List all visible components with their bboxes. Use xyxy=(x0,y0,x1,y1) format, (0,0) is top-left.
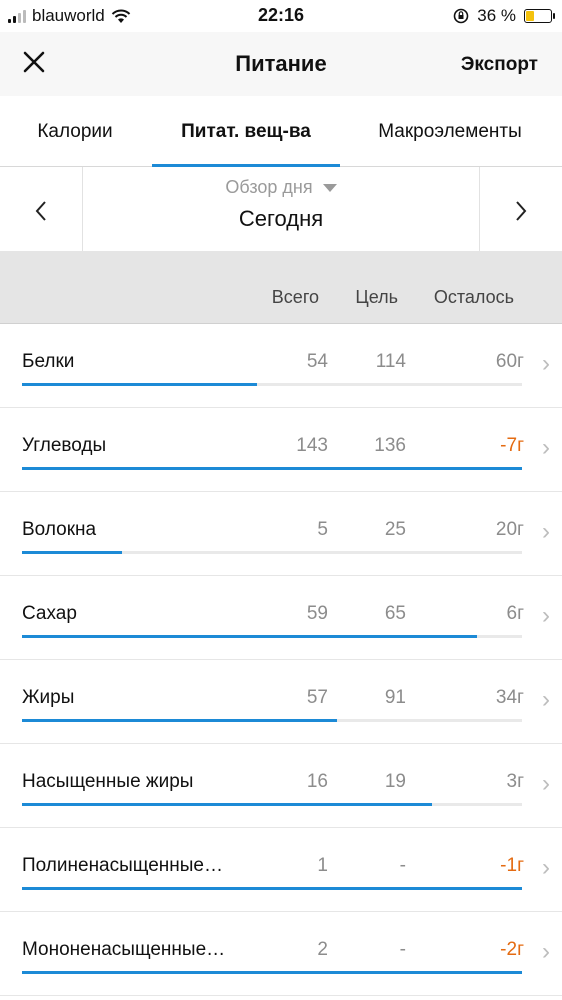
tab-bar: Калории Питат. вещ-ва Макроэлементы xyxy=(0,96,562,167)
nutrient-name: Жиры xyxy=(22,687,75,708)
nutrient-total: 57 xyxy=(306,687,328,708)
nutrient-row[interactable]: Белки 54 114 60г › xyxy=(0,324,562,408)
nutrient-row[interactable]: Мононенасыщенные… 2 - -2г › xyxy=(0,912,562,996)
chevron-right-icon xyxy=(516,200,527,221)
nutrient-row[interactable]: Волокна 5 25 20г › xyxy=(0,492,562,576)
nutrient-goal: - xyxy=(399,855,406,876)
nutrient-remaining: -7г xyxy=(500,435,524,456)
navigation-bar: Питание Экспорт xyxy=(0,32,562,96)
column-header-total: Всего xyxy=(271,287,319,307)
nutrient-goal: 114 xyxy=(375,351,406,372)
nutrient-row[interactable]: Сахар 59 65 6г › xyxy=(0,576,562,660)
nutrient-name: Насыщенные жиры xyxy=(22,771,194,792)
chevron-right-icon: › xyxy=(542,770,550,797)
nutrient-total: 16 xyxy=(306,771,328,792)
progress-track xyxy=(22,635,522,638)
chevron-right-icon: › xyxy=(542,518,550,545)
nutrient-remaining: 6г xyxy=(506,603,525,624)
nutrient-remaining: 20г xyxy=(495,519,524,540)
date-selector: Обзор дня Сегодня xyxy=(0,167,562,251)
progress-track xyxy=(22,803,522,806)
nutrient-remaining: 34г xyxy=(495,687,524,708)
nutrient-remaining: 3г xyxy=(506,771,525,792)
nutrient-total: 1 xyxy=(317,855,328,876)
nutrient-remaining: 60г xyxy=(495,351,524,372)
progress-track xyxy=(22,551,522,554)
progress-track xyxy=(22,719,522,722)
view-mode-label: Обзор дня xyxy=(225,177,313,197)
progress-fill xyxy=(22,803,432,806)
nutrient-list: Белки 54 114 60г › Углеводы 143 136 -7г … xyxy=(0,324,562,996)
progress-fill xyxy=(22,887,522,890)
chevron-right-icon: › xyxy=(542,854,550,881)
nutrient-goal: - xyxy=(399,939,406,960)
current-date: Сегодня xyxy=(238,206,324,231)
battery-percentage: 36 % xyxy=(477,6,516,25)
tab-label: Питат. вещ-ва xyxy=(181,121,311,142)
nutrient-row[interactable]: Жиры 57 91 34г › xyxy=(0,660,562,744)
nutrient-remaining: -1г xyxy=(500,855,524,876)
nutrient-name: Мононенасыщенные… xyxy=(22,939,226,960)
progress-fill xyxy=(22,383,257,386)
nutrient-goal: 136 xyxy=(374,435,406,456)
progress-fill xyxy=(22,551,122,554)
nutrient-goal: 91 xyxy=(384,687,406,708)
nutrient-goal: 65 xyxy=(384,603,406,624)
battery-icon xyxy=(524,9,555,23)
chevron-left-icon xyxy=(35,200,46,221)
chevron-right-icon: › xyxy=(542,434,550,461)
table-header: Всего Цель Осталось xyxy=(0,251,562,324)
orientation-lock-icon xyxy=(453,8,469,24)
chevron-right-icon: › xyxy=(542,938,550,965)
progress-track xyxy=(22,383,522,386)
nutrient-name: Полиненасыщенные… xyxy=(22,855,223,876)
nutrient-total: 54 xyxy=(306,351,328,372)
nutrient-name: Углеводы xyxy=(22,435,107,456)
next-day-button[interactable] xyxy=(479,167,562,251)
nutrient-goal: 25 xyxy=(384,519,406,540)
nutrient-total: 5 xyxy=(317,519,328,540)
nutrient-total: 59 xyxy=(306,603,328,624)
tab-label: Калории xyxy=(37,121,113,142)
previous-day-button[interactable] xyxy=(0,167,83,251)
progress-track xyxy=(22,971,522,974)
dropdown-caret-icon xyxy=(322,183,337,192)
tab-nutrients[interactable]: Питат. вещ-ва xyxy=(152,96,340,167)
nutrient-goal: 19 xyxy=(384,771,406,792)
column-header-left: Осталось xyxy=(433,287,514,307)
view-mode-selector[interactable]: Обзор дня Сегодня xyxy=(83,167,479,251)
progress-track xyxy=(22,887,522,890)
export-button[interactable]: Экспорт xyxy=(461,54,538,76)
tab-calories[interactable]: Калории xyxy=(16,96,134,166)
column-header-goal: Цель xyxy=(355,287,398,307)
nutrient-row[interactable]: Насыщенные жиры 16 19 3г › xyxy=(0,744,562,828)
chevron-right-icon: › xyxy=(542,350,550,377)
status-bar: blauworld 22:16 36 % xyxy=(0,0,562,32)
tab-macros[interactable]: Макроэлементы xyxy=(362,96,538,166)
nutrient-total: 2 xyxy=(317,939,328,960)
nutrient-row[interactable]: Полиненасыщенные… 1 - -1г › xyxy=(0,828,562,912)
nutrient-name: Сахар xyxy=(22,603,77,624)
progress-track xyxy=(22,467,522,470)
progress-fill xyxy=(22,635,477,638)
progress-fill xyxy=(22,467,522,470)
nutrient-total: 143 xyxy=(296,435,328,456)
progress-fill xyxy=(22,971,522,974)
nutrient-name: Белки xyxy=(22,351,75,372)
chevron-right-icon: › xyxy=(542,686,550,713)
progress-fill xyxy=(22,719,337,722)
nutrient-remaining: -2г xyxy=(500,939,524,960)
chevron-right-icon: › xyxy=(542,602,550,629)
tab-label: Макроэлементы xyxy=(378,121,522,142)
nutrient-name: Волокна xyxy=(22,519,97,540)
nutrient-row[interactable]: Углеводы 143 136 -7г › xyxy=(0,408,562,492)
